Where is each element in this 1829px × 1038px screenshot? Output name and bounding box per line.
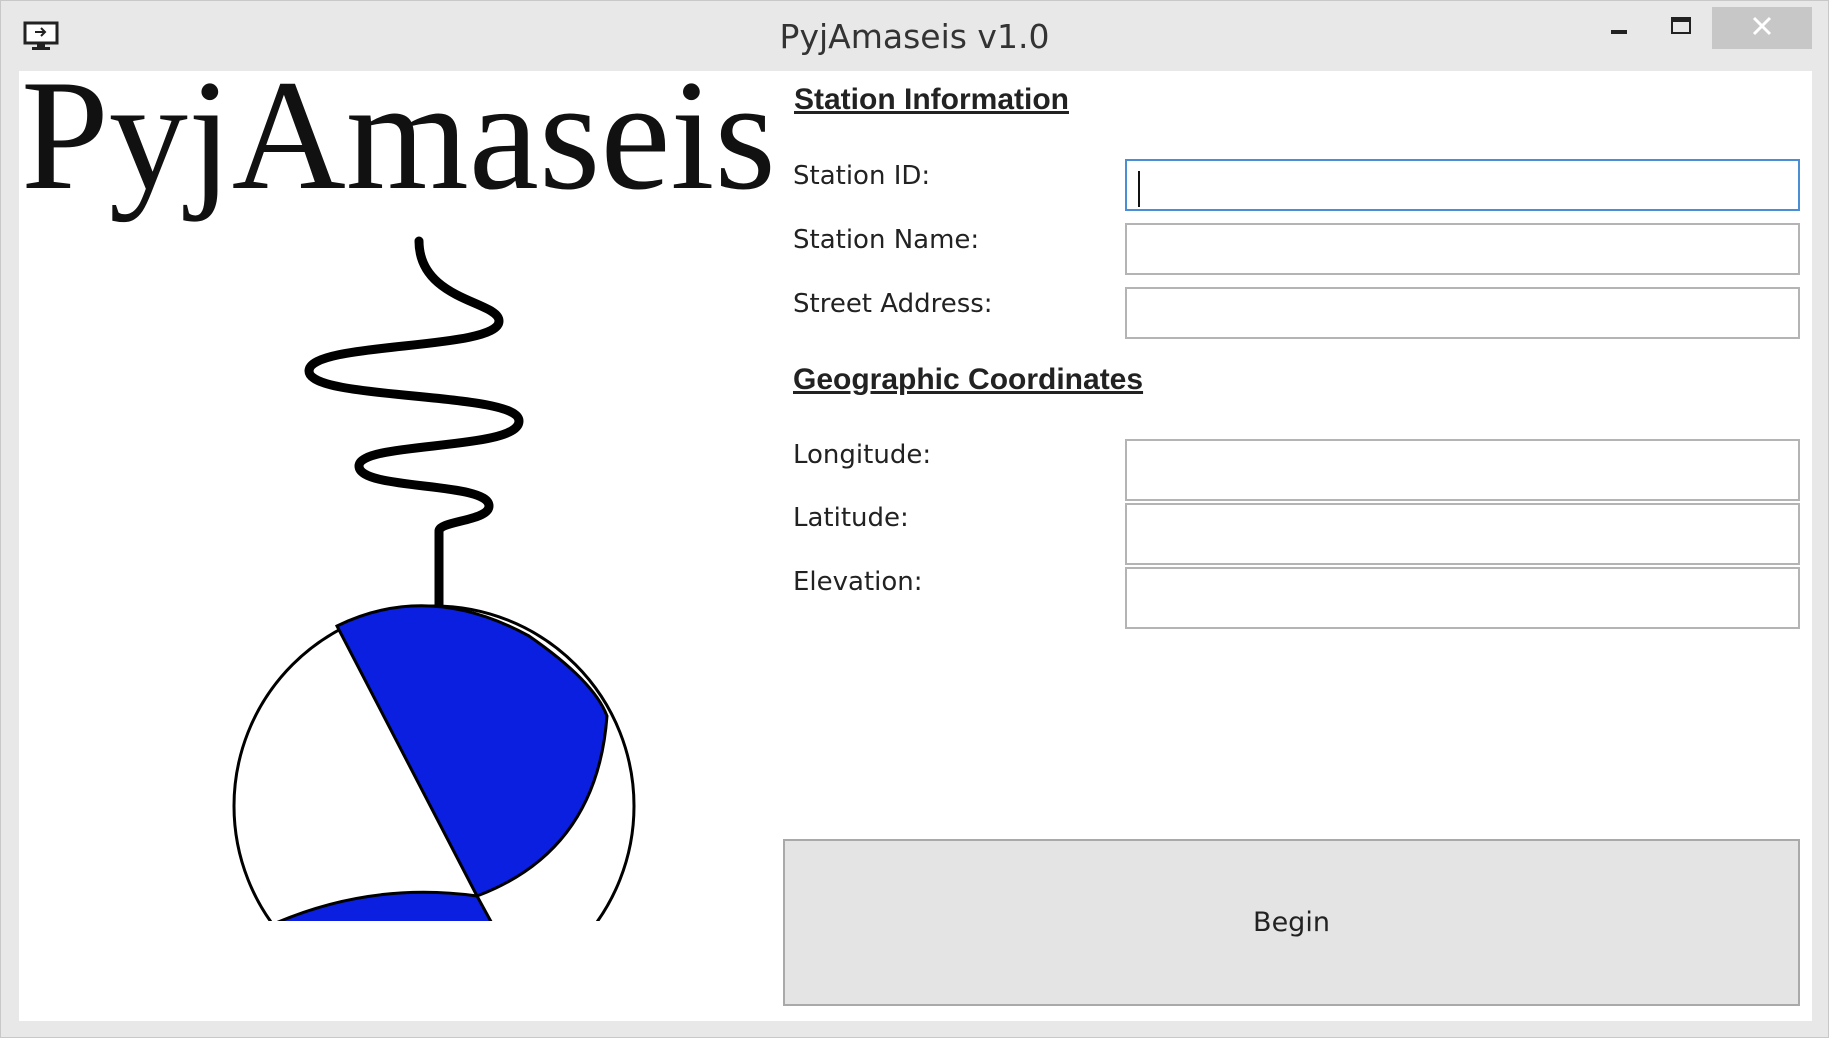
- client-area: PyjAmaseis Station Information Station I…: [19, 57, 1812, 1021]
- minimize-button[interactable]: [1591, 7, 1647, 49]
- street-address-label: Street Address:: [793, 289, 993, 319]
- station-id-label: Station ID:: [793, 161, 931, 191]
- maximize-icon: [1670, 16, 1692, 41]
- longitude-label: Longitude:: [793, 440, 932, 470]
- station-name-label: Station Name:: [793, 225, 980, 255]
- minimize-icon: [1609, 16, 1629, 41]
- begin-button[interactable]: Begin: [783, 839, 1800, 1006]
- app-window: PyjAmaseis v1.0 PyjAmaseis Station Infor…: [0, 0, 1829, 1038]
- logo-wordmark: PyjAmaseis: [21, 48, 776, 223]
- text-caret: [1138, 171, 1140, 207]
- elevation-field[interactable]: [1125, 567, 1800, 629]
- station-id-field[interactable]: [1125, 159, 1800, 211]
- latitude-label: Latitude:: [793, 503, 909, 533]
- maximize-button[interactable]: [1653, 7, 1709, 49]
- geographic-coordinates-header: Geographic Coordinates: [793, 363, 1144, 396]
- street-address-field[interactable]: [1125, 287, 1800, 339]
- station-name-field[interactable]: [1125, 223, 1800, 275]
- station-information-header: Station Information: [794, 83, 1069, 116]
- seismometer-logo-icon: [199, 161, 659, 1008]
- close-icon: [1751, 15, 1773, 42]
- latitude-field[interactable]: [1125, 503, 1800, 565]
- elevation-label: Elevation:: [793, 567, 923, 597]
- close-button[interactable]: [1712, 7, 1812, 49]
- longitude-field[interactable]: [1125, 439, 1800, 501]
